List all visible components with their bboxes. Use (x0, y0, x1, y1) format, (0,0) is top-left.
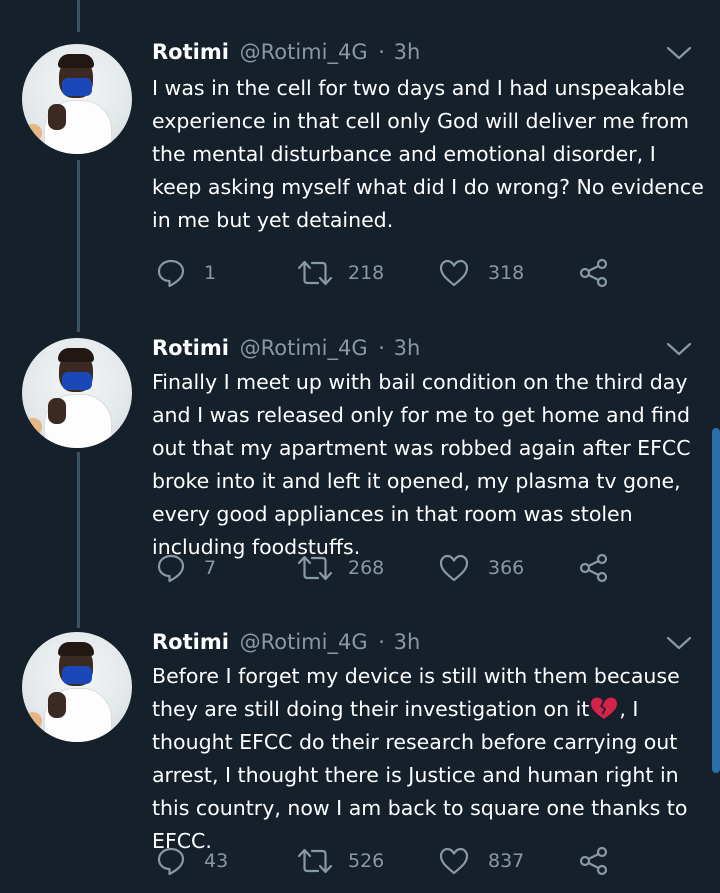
retweet-icon (296, 553, 334, 583)
reply-icon (156, 846, 186, 876)
retweet-icon (296, 258, 334, 288)
retweet-count: 218 (348, 262, 385, 284)
reply-count: 1 (204, 262, 217, 284)
scrollbar[interactable] (712, 428, 720, 773)
avatar[interactable] (22, 44, 132, 154)
avatar-hat (58, 348, 94, 362)
reply-icon (156, 553, 186, 583)
like-icon (438, 258, 470, 288)
share-button[interactable] (578, 550, 610, 586)
tweet-header: Rotimi @Rotimi_4G · 3h (152, 629, 420, 655)
chevron-down-icon[interactable] (666, 40, 692, 66)
avatar-hand (48, 692, 66, 718)
author-handle[interactable]: @Rotimi_4G (240, 630, 368, 654)
avatar-background (24, 418, 42, 436)
reply-count: 7 (204, 557, 217, 579)
author-handle[interactable]: @Rotimi_4G (240, 40, 368, 64)
author-name[interactable]: Rotimi (152, 40, 229, 64)
like-count: 366 (488, 557, 525, 579)
share-icon (578, 552, 610, 584)
avatar-face-mask (62, 372, 92, 390)
share-icon (578, 257, 610, 289)
like-button[interactable]: 837 (438, 843, 524, 879)
timestamp[interactable]: 3h (394, 336, 421, 360)
tweet[interactable]: Rotimi @Rotimi_4G · 3h I was in the cell… (0, 0, 720, 330)
share-button[interactable] (578, 843, 610, 879)
author-name[interactable]: Rotimi (152, 336, 229, 360)
separator-dot: · (378, 630, 385, 654)
tweet[interactable]: Rotimi @Rotimi_4G · 3h Finally I meet up… (0, 330, 720, 625)
reply-count: 43 (204, 850, 229, 872)
like-icon (438, 846, 470, 876)
share-icon (578, 845, 610, 877)
avatar-background (24, 124, 42, 142)
tweet-header: Rotimi @Rotimi_4G · 3h (152, 335, 420, 361)
like-button[interactable]: 318 (438, 255, 524, 291)
like-button[interactable]: 366 (438, 550, 524, 586)
tweet-actions: 43 526 837 (152, 843, 712, 883)
retweet-icon (296, 846, 334, 876)
reply-button[interactable]: 43 (156, 843, 228, 879)
chevron-down-icon[interactable] (666, 630, 692, 656)
retweet-button[interactable]: 526 (296, 843, 384, 879)
tweet[interactable]: Rotimi @Rotimi_4G · 3h Before I forget m… (0, 625, 720, 893)
avatar-background (24, 712, 42, 730)
tweet-text: I was in the cell for two days and I had… (152, 76, 704, 232)
chevron-down-icon[interactable] (666, 336, 692, 362)
like-count: 837 (488, 850, 525, 872)
reply-button[interactable]: 7 (156, 550, 216, 586)
reply-button[interactable]: 1 (156, 255, 216, 291)
separator-dot: · (378, 40, 385, 64)
retweet-count: 526 (348, 850, 385, 872)
tweet-text: Before I forget my device is still with … (152, 660, 704, 858)
avatar-hat (58, 642, 94, 656)
retweet-button[interactable]: 268 (296, 550, 384, 586)
like-count: 318 (488, 262, 525, 284)
avatar[interactable] (22, 338, 132, 448)
avatar-face-mask (62, 666, 92, 684)
separator-dot: · (378, 336, 385, 360)
avatar[interactable] (22, 632, 132, 742)
tweet-actions: 1 218 318 (152, 255, 712, 295)
author-name[interactable]: Rotimi (152, 630, 229, 654)
reply-icon (156, 258, 186, 288)
timestamp[interactable]: 3h (394, 40, 421, 64)
like-icon (438, 553, 470, 583)
timestamp[interactable]: 3h (394, 630, 421, 654)
share-button[interactable] (578, 255, 610, 291)
retweet-count: 268 (348, 557, 385, 579)
avatar-hat (58, 54, 94, 68)
avatar-face-mask (62, 78, 92, 96)
broken-heart-emoji (589, 696, 619, 719)
author-handle[interactable]: @Rotimi_4G (240, 336, 368, 360)
tweet-text: Finally I meet up with bail condition on… (152, 370, 691, 559)
avatar-hand (48, 398, 66, 424)
tweet-header: Rotimi @Rotimi_4G · 3h (152, 39, 420, 65)
retweet-button[interactable]: 218 (296, 255, 384, 291)
tweet-actions: 7 268 366 (152, 550, 712, 590)
avatar-hand (48, 104, 66, 130)
